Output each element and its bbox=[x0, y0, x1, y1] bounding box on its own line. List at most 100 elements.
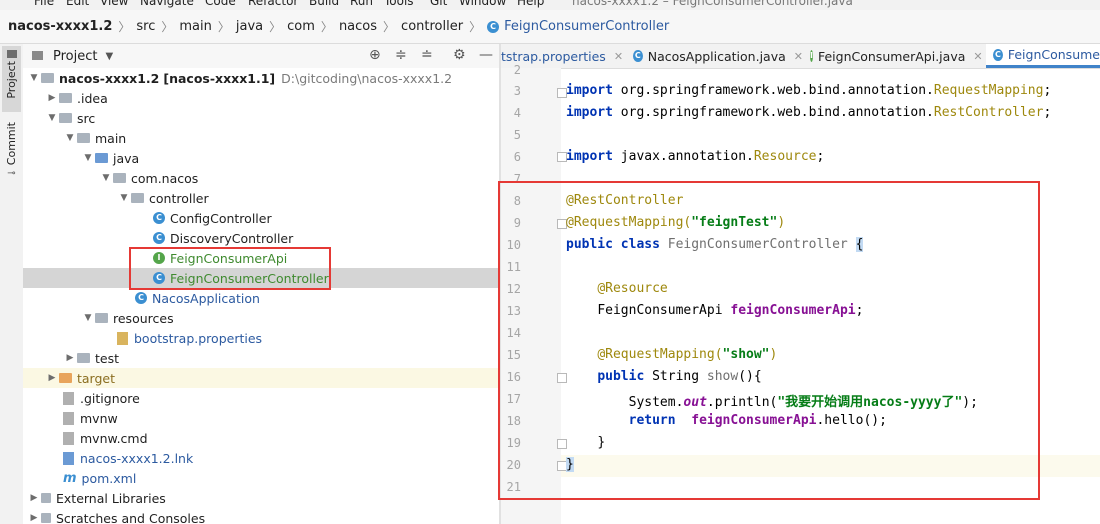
collapsed-arrow-icon[interactable]: ▶ bbox=[45, 93, 59, 103]
breadcrumb-nacos[interactable]: nacos bbox=[339, 19, 377, 34]
collapsed-arrow-icon[interactable]: ▶ bbox=[63, 353, 77, 363]
folder-icon bbox=[59, 93, 72, 103]
breadcrumb-class[interactable]: C FeignConsumerController bbox=[487, 19, 669, 34]
breadcrumb-src[interactable]: src bbox=[136, 19, 155, 34]
hide-icon[interactable]: — bbox=[479, 47, 493, 63]
class-ref: RequestMapping bbox=[933, 83, 1044, 98]
expanded-arrow-icon[interactable]: ▼ bbox=[81, 313, 95, 323]
project-panel-title[interactable]: Project bbox=[53, 49, 97, 64]
menu-window[interactable]: Window bbox=[459, 0, 506, 8]
menu-run[interactable]: Run bbox=[350, 0, 373, 8]
breadcrumb-project[interactable]: nacos-xxxx1.2 bbox=[8, 19, 112, 34]
folder-icon bbox=[6, 50, 17, 58]
tree-item-test[interactable]: ▶ test bbox=[23, 348, 499, 368]
collapsed-arrow-icon[interactable]: ▶ bbox=[27, 493, 41, 503]
tree-item-scratches[interactable]: ▶ Scratches and Consoles bbox=[23, 508, 499, 524]
package-name: org.springframework.web.bind.annotation. bbox=[620, 83, 934, 98]
tree-item-nacos-application[interactable]: C NacosApplication bbox=[23, 288, 499, 308]
menu-refactor[interactable]: Refactor bbox=[248, 0, 298, 8]
breadcrumb-controller[interactable]: controller bbox=[401, 19, 463, 34]
tab-feign-consumer-controller[interactable]: C FeignConsume bbox=[986, 44, 1100, 68]
close-icon[interactable]: ✕ bbox=[794, 50, 803, 63]
menu-edit[interactable]: Edit bbox=[66, 0, 89, 8]
locate-icon[interactable]: ⊕ bbox=[369, 47, 381, 63]
breadcrumb-com[interactable]: com bbox=[287, 19, 315, 34]
class-icon: C bbox=[633, 50, 643, 62]
file-icon bbox=[63, 431, 74, 445]
chevron-right-icon: 〉 bbox=[469, 20, 482, 34]
tree-item-label: nacos-xxxx1.2 bbox=[59, 70, 160, 86]
tree-item-discovery-controller[interactable]: C DiscoveryController bbox=[23, 228, 499, 248]
tree-item-label: nacos-xxxx1.2.lnk bbox=[80, 450, 194, 466]
expand-all-icon[interactable]: ≑ bbox=[395, 47, 407, 63]
tree-item-label: target bbox=[77, 370, 116, 386]
expanded-arrow-icon[interactable]: ▼ bbox=[99, 173, 113, 183]
tree-item-src[interactable]: ▼ src bbox=[23, 108, 499, 128]
tree-item-lnk[interactable]: nacos-xxxx1.2.lnk bbox=[23, 448, 499, 468]
expanded-arrow-icon[interactable]: ▼ bbox=[81, 153, 95, 163]
expanded-arrow-icon[interactable]: ▼ bbox=[27, 73, 41, 83]
tree-item-mvnw-cmd[interactable]: mvnw.cmd bbox=[23, 428, 499, 448]
tab-label: NacosApplication.java bbox=[647, 48, 786, 64]
menu-navigate[interactable]: Navigate bbox=[140, 0, 194, 8]
expanded-arrow-icon[interactable]: ▼ bbox=[63, 133, 77, 143]
tree-item-pom[interactable]: m pom.xml bbox=[23, 468, 499, 488]
menu-git[interactable]: Git bbox=[430, 0, 447, 8]
tree-item-root[interactable]: ▼ nacos-xxxx1.2 [nacos-xxxx1.1] D:\gitco… bbox=[23, 68, 499, 88]
gear-icon[interactable]: ⚙ bbox=[453, 47, 466, 63]
maven-icon: m bbox=[63, 470, 77, 486]
highlight-box-tree bbox=[129, 247, 331, 290]
tree-item-external-libraries[interactable]: ▶ External Libraries bbox=[23, 488, 499, 508]
tree-item-config-controller[interactable]: C ConfigController bbox=[23, 208, 499, 228]
collapsed-arrow-icon[interactable]: ▶ bbox=[27, 513, 41, 523]
expanded-arrow-icon[interactable]: ▼ bbox=[45, 113, 59, 123]
class-ref: RestController bbox=[933, 105, 1044, 120]
tree-item-main[interactable]: ▼ main bbox=[23, 128, 499, 148]
close-icon[interactable]: ✕ bbox=[973, 50, 982, 63]
tree-item-com-nacos[interactable]: ▼ com.nacos bbox=[23, 168, 499, 188]
tree-item-idea[interactable]: ▶ .idea bbox=[23, 88, 499, 108]
collapse-all-icon[interactable]: ≐ bbox=[421, 47, 433, 63]
menu-tools[interactable]: Tools bbox=[384, 0, 414, 8]
tree-item-label: java bbox=[113, 150, 140, 166]
code-line[interactable]: import javax.annotation.Resource; bbox=[566, 149, 824, 164]
menu-build[interactable]: Build bbox=[309, 0, 339, 8]
tree-item-resources[interactable]: ▼ resources bbox=[23, 308, 499, 328]
menu-code[interactable]: Code bbox=[205, 0, 236, 8]
class-icon: C bbox=[153, 232, 165, 244]
tree-item-java[interactable]: ▼ java bbox=[23, 148, 499, 168]
project-toolbar: Project ▼ ⊕ ≑ ≐ ⚙ — bbox=[23, 44, 499, 69]
tree-item-mvnw[interactable]: mvnw bbox=[23, 408, 499, 428]
code-line[interactable]: import org.springframework.web.bind.anno… bbox=[566, 105, 1051, 120]
breadcrumb-main[interactable]: main bbox=[179, 19, 211, 34]
expanded-arrow-icon[interactable]: ▼ bbox=[117, 193, 131, 203]
tab-feign-consumer-api[interactable]: I FeignConsumerApi.java ✕ bbox=[810, 44, 983, 68]
menu-help[interactable]: Help bbox=[517, 0, 544, 8]
tree-item-target[interactable]: ▶ target bbox=[23, 368, 499, 388]
close-icon[interactable]: ✕ bbox=[614, 50, 623, 63]
file-icon bbox=[63, 391, 74, 405]
package-icon bbox=[131, 193, 144, 203]
chevron-down-icon[interactable]: ▼ bbox=[105, 51, 113, 62]
breadcrumb-java[interactable]: java bbox=[236, 19, 263, 34]
menu-view[interactable]: View bbox=[100, 0, 128, 8]
tree-item-label: com.nacos bbox=[131, 170, 199, 186]
tree-item-bootstrap-properties[interactable]: bootstrap.properties bbox=[23, 328, 499, 348]
editor-tabs: tstrap.properties ✕ C NacosApplication.j… bbox=[501, 44, 1100, 69]
tree-item-gitignore[interactable]: .gitignore bbox=[23, 388, 499, 408]
menu-file[interactable]: File bbox=[34, 0, 54, 8]
source-folder-icon bbox=[95, 153, 108, 163]
tree-item-label: bootstrap.properties bbox=[134, 330, 263, 346]
line-number: 3 bbox=[513, 84, 521, 98]
tree-item-controller[interactable]: ▼ controller bbox=[23, 188, 499, 208]
folder-icon bbox=[59, 113, 72, 123]
tree-item-label: mvnw bbox=[80, 410, 118, 426]
project-tool-tab[interactable]: Project bbox=[2, 46, 21, 112]
tab-nacos-application[interactable]: C NacosApplication.java ✕ bbox=[633, 44, 803, 68]
collapsed-arrow-icon[interactable]: ▶ bbox=[45, 373, 59, 383]
chevron-right-icon: 〉 bbox=[269, 20, 282, 34]
folder-icon bbox=[77, 133, 90, 143]
keyword: import bbox=[566, 105, 613, 120]
commit-tool-tab[interactable]: Commit ⊸ bbox=[2, 122, 21, 182]
code-line[interactable]: import org.springframework.web.bind.anno… bbox=[566, 83, 1051, 98]
